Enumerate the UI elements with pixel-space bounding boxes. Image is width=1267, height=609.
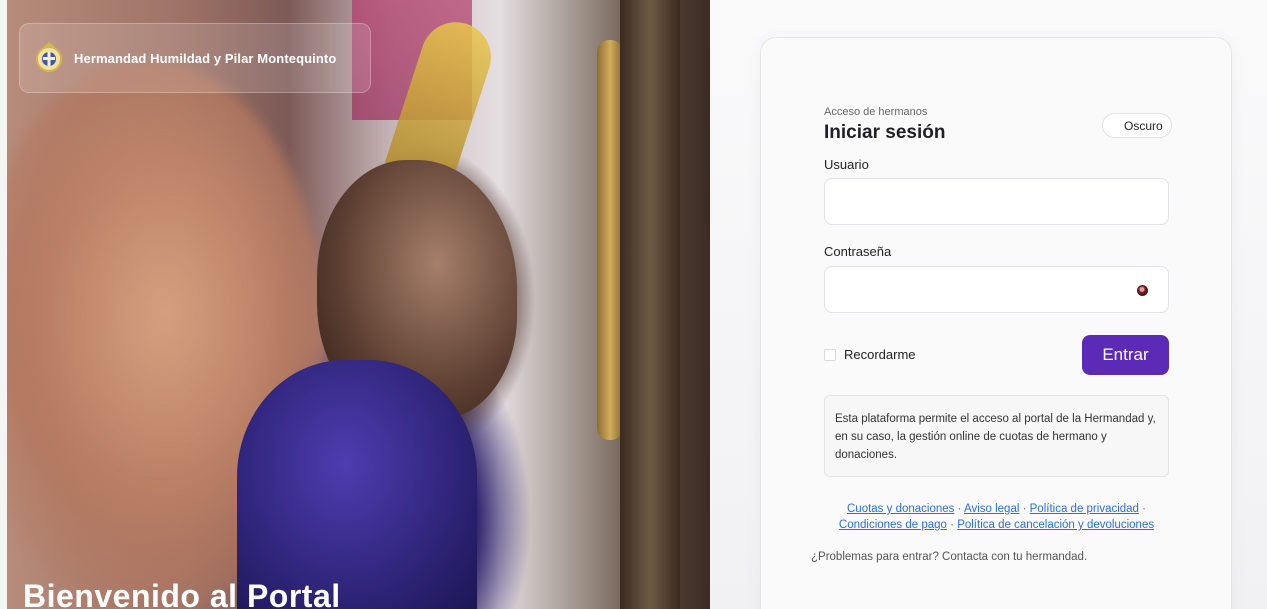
remember-checkbox[interactable] bbox=[824, 348, 836, 361]
help-text: ¿Problemas para entrar? Contacta con tu … bbox=[811, 551, 1088, 563]
crest-icon bbox=[34, 41, 64, 75]
login-panel: Acceso de hermanos Iniciar sesión Oscuro… bbox=[710, 0, 1267, 609]
remember-row[interactable]: Recordarme bbox=[824, 347, 916, 362]
hero-title: Bienvenido al Portal bbox=[23, 578, 341, 609]
login-subtitle: Acceso de hermanos bbox=[824, 106, 928, 118]
link-aviso-legal[interactable]: Aviso legal bbox=[964, 503, 1019, 515]
remember-label: Recordarme bbox=[844, 347, 916, 362]
password-input[interactable] bbox=[824, 266, 1169, 313]
username-label: Usuario bbox=[824, 157, 869, 172]
link-condiciones-pago[interactable]: Condiciones de pago bbox=[839, 519, 947, 531]
link-cancelacion[interactable]: Política de cancelación y devoluciones bbox=[957, 519, 1154, 531]
eye-icon[interactable] bbox=[1137, 285, 1148, 296]
link-separator: · bbox=[1138, 503, 1146, 515]
brand-badge[interactable]: Hermandad Humildad y Pilar Montequinto bbox=[19, 23, 371, 93]
password-label: Contraseña bbox=[824, 244, 892, 259]
link-cuotas[interactable]: Cuotas y donaciones bbox=[847, 503, 954, 515]
hero-pillar bbox=[620, 0, 680, 609]
moon-icon bbox=[1111, 121, 1119, 130]
theme-toggle-label: Oscuro bbox=[1124, 118, 1163, 133]
username-input[interactable] bbox=[824, 178, 1169, 225]
login-submit-button[interactable]: Entrar bbox=[1082, 335, 1169, 375]
link-separator: · bbox=[1019, 503, 1030, 515]
login-title: Iniciar sesión bbox=[824, 122, 946, 143]
link-separator: · bbox=[954, 503, 964, 515]
hero-statue-robe bbox=[237, 360, 477, 609]
info-box: Esta plataforma permite el acceso al por… bbox=[824, 395, 1169, 477]
link-separator: · bbox=[946, 519, 958, 531]
login-card: Acceso de hermanos Iniciar sesión Oscuro… bbox=[760, 37, 1232, 609]
hero-image: Hermandad Humildad y Pilar Montequinto B… bbox=[7, 0, 710, 609]
theme-toggle-button[interactable]: Oscuro bbox=[1102, 113, 1172, 138]
footer-links: Cuotas y donaciones · Aviso legal · Polí… bbox=[824, 501, 1169, 533]
link-privacidad[interactable]: Política de privacidad bbox=[1030, 503, 1139, 515]
brand-name: Hermandad Humildad y Pilar Montequinto bbox=[74, 50, 337, 66]
page: Hermandad Humildad y Pilar Montequinto B… bbox=[0, 0, 1267, 609]
